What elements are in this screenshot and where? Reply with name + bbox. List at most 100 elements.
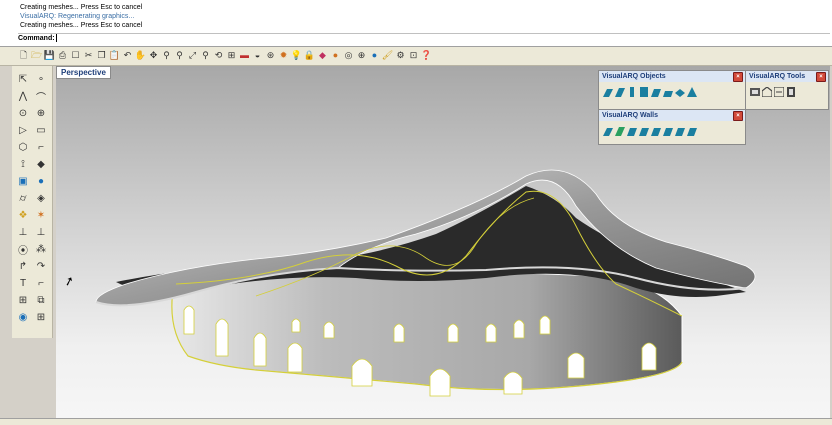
lock-icon[interactable]: 🔒 — [304, 49, 315, 61]
zoom-icon[interactable]: ⚲ — [161, 49, 172, 61]
arc-icon[interactable]: ▷ — [16, 123, 30, 137]
pan-hand-icon[interactable]: ✋ — [135, 49, 146, 61]
close-icon[interactable]: × — [733, 111, 743, 121]
close-icon[interactable]: × — [816, 72, 826, 82]
zoom-selected-icon[interactable]: ⚲ — [200, 49, 211, 61]
open-folder-icon[interactable]: 🗁 — [31, 49, 42, 61]
door-icon[interactable] — [639, 85, 649, 97]
light-bulb-icon[interactable]: 💡 — [291, 49, 302, 61]
grid-snap-icon[interactable]: ⊞ — [34, 310, 48, 324]
column-icon[interactable] — [627, 85, 637, 97]
help-icon[interactable]: ❓ — [421, 49, 432, 61]
command-prompt-label: Command: — [18, 35, 55, 42]
extrude-icon[interactable]: ◈ — [34, 191, 48, 205]
undo-icon[interactable]: ↶ — [122, 49, 133, 61]
slab-icon[interactable] — [675, 85, 685, 97]
wall-align-icon[interactable] — [663, 124, 673, 136]
osnap-icon[interactable]: ⊛ — [265, 49, 276, 61]
circle-icon[interactable]: ⊙ — [16, 106, 30, 120]
plan-view-icon[interactable] — [774, 85, 784, 97]
curve-icon[interactable]: ⌒ — [34, 89, 48, 104]
level-manager-icon[interactable] — [750, 85, 760, 97]
zoom-extents-icon[interactable]: ⤢ — [187, 49, 198, 61]
new-file-icon[interactable]: 🗋 — [18, 49, 29, 61]
shade-icon[interactable]: ◎ — [343, 49, 354, 61]
polyline-icon[interactable]: ⋀ — [16, 89, 30, 103]
wall-split-icon[interactable] — [615, 124, 625, 136]
wall-join-icon[interactable] — [627, 124, 637, 136]
toolbar-layout-icon[interactable]: ⊡ — [408, 49, 419, 61]
explode-icon[interactable]: ✶ — [34, 208, 48, 222]
select-arrow-icon[interactable]: ⇱ — [16, 72, 30, 86]
rectangle-icon[interactable]: ▭ — [34, 123, 48, 137]
paste-icon[interactable]: 📋 — [109, 49, 120, 61]
command-history-area: Creating meshes... Press Esc to cancel V… — [0, 0, 832, 47]
wall-style-icon[interactable] — [687, 124, 697, 136]
fillet-curve-icon[interactable]: ⌐ — [34, 140, 48, 154]
settings-icon[interactable] — [786, 85, 796, 97]
text-caret — [55, 34, 57, 43]
copy-icon[interactable]: ❐ — [96, 49, 107, 61]
paint-icon[interactable]: 🖌 — [382, 49, 393, 61]
snap-icon[interactable]: ◒ — [252, 49, 263, 61]
cut-icon[interactable]: ✂ — [83, 49, 94, 61]
rotate-view-icon[interactable]: ✥ — [148, 49, 159, 61]
panel-title: VisualARQ Walls — [602, 112, 659, 119]
point-icon[interactable]: ∘ — [34, 72, 48, 86]
visualarq-tools-panel: VisualARQ Tools × — [745, 70, 829, 110]
perspective-viewport[interactable]: Perspective VisualARQ Objects × VisualAR… — [56, 66, 830, 418]
sphere-tool-icon[interactable]: ● — [34, 174, 48, 188]
print-icon[interactable]: ⎙ — [57, 49, 68, 61]
window-icon[interactable] — [651, 85, 661, 97]
save-icon[interactable]: 💾 — [44, 49, 55, 61]
roof-icon[interactable] — [687, 85, 697, 97]
properties-icon[interactable]: ☐ — [70, 49, 81, 61]
set-view-icon[interactable]: ⟲ — [213, 49, 224, 61]
visualarq-walls-panel: VisualARQ Walls × — [598, 109, 746, 145]
panel-title: VisualARQ Objects — [602, 73, 666, 80]
group-icon[interactable]: ⦿ — [16, 242, 30, 257]
sphere-icon[interactable]: ● — [369, 49, 380, 61]
command-input[interactable]: Command: — [18, 33, 830, 44]
array-icon[interactable]: ⁂ — [34, 242, 48, 256]
visualarq-objects-panel: VisualARQ Objects × — [598, 70, 746, 110]
close-icon[interactable]: × — [733, 72, 743, 82]
block-icon[interactable]: ⊞ — [16, 293, 30, 307]
move-icon[interactable]: ↱ — [16, 259, 30, 273]
ellipse-icon[interactable]: ⊕ — [34, 106, 48, 120]
wall-body — [171, 264, 683, 391]
section-icon[interactable] — [762, 85, 772, 97]
stair-icon[interactable] — [663, 85, 673, 97]
rotate-icon[interactable]: ↷ — [34, 259, 48, 273]
render-tool-icon[interactable]: ◉ — [16, 310, 30, 324]
dimension-icon[interactable]: ⌐ — [34, 276, 48, 290]
gumball-icon[interactable]: ✹ — [278, 49, 289, 61]
text-tool-icon[interactable]: T — [16, 276, 30, 290]
options-gear-icon[interactable]: ⚙ — [395, 49, 406, 61]
standard-toolbar: 🗋 🗁 💾 ⎙ ☐ ✂ ❐ 📋 ↶ ✋ ✥ ⚲ ⚲ ⤢ ⚲ ⟲ ⊞ ▬ ◒ ⊛ … — [0, 47, 832, 66]
window-edge — [0, 66, 12, 418]
curtain-wall-icon[interactable] — [615, 85, 625, 97]
trim-icon[interactable]: ⊥ — [34, 225, 48, 239]
wall-extend-icon[interactable] — [639, 124, 649, 136]
grid-icon[interactable]: ⊞ — [226, 49, 237, 61]
wall-tool-icon[interactable] — [603, 85, 613, 97]
layout-icon[interactable]: ⧉ — [34, 293, 48, 307]
boolean-icon[interactable]: ❖ — [16, 208, 30, 222]
panel-title: VisualARQ Tools — [749, 73, 806, 80]
render-icon[interactable]: ● — [330, 49, 341, 61]
rendered-view-icon[interactable]: ⊕ — [356, 49, 367, 61]
cplane-icon[interactable]: ▬ — [239, 49, 250, 61]
wall-profile-icon[interactable] — [651, 124, 661, 136]
surface-icon[interactable]: ◆ — [34, 157, 48, 171]
split-icon[interactable]: ⊥ — [16, 225, 30, 239]
material-icon[interactable]: ◆ — [317, 49, 328, 61]
zoom-window-icon[interactable]: ⚲ — [174, 49, 185, 61]
command-history-line: Creating meshes... Press Esc to cancel — [20, 4, 143, 11]
wall-height-icon[interactable] — [675, 124, 685, 136]
wall-from-curve-icon[interactable] — [603, 124, 613, 136]
polygon-icon[interactable]: ⬡ — [16, 140, 30, 154]
box-icon[interactable]: ▣ — [16, 174, 30, 188]
offset-icon[interactable]: ⟟ — [16, 157, 30, 171]
cylinder-icon[interactable]: ⌭ — [16, 191, 30, 205]
